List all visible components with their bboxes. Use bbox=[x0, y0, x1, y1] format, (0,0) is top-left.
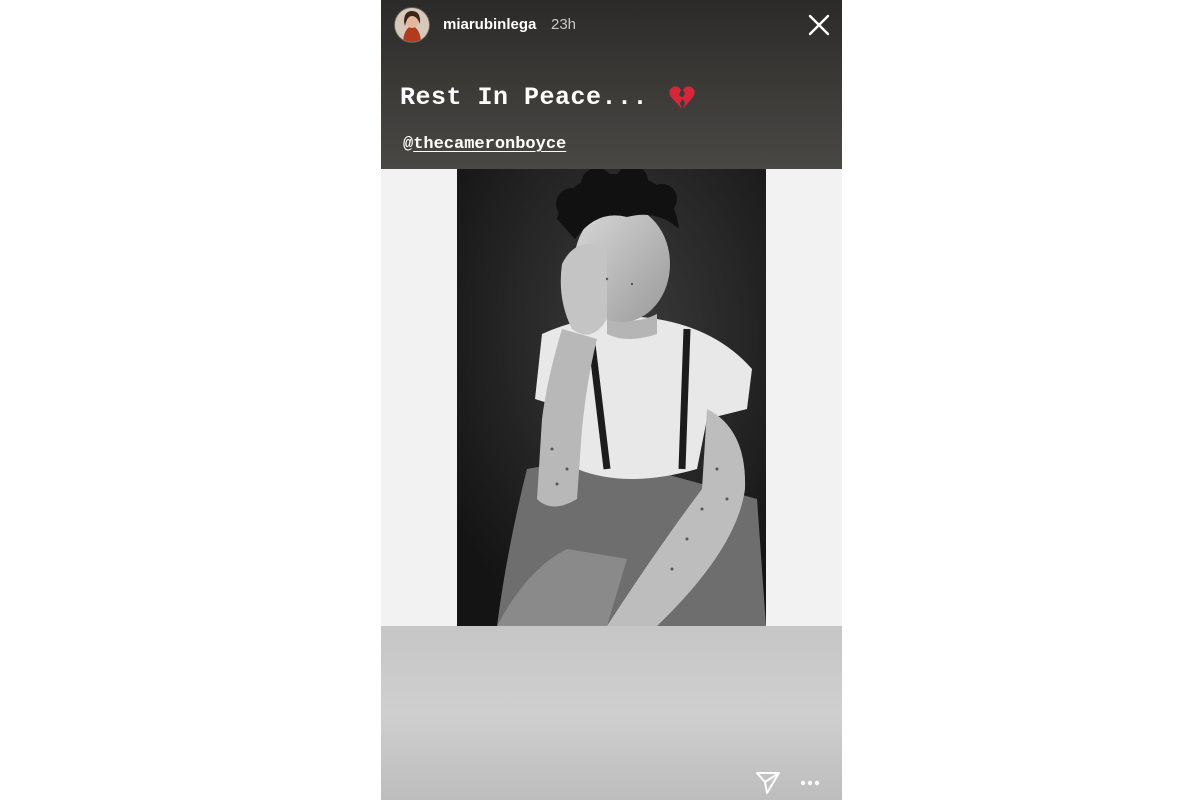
username[interactable]: miarubinlega bbox=[443, 16, 536, 33]
user-avatar[interactable] bbox=[395, 8, 429, 42]
story-header: miarubinlega 23h bbox=[381, 0, 842, 52]
close-icon[interactable] bbox=[806, 12, 832, 38]
broken-heart-icon bbox=[668, 84, 696, 112]
mention-prefix: @ bbox=[403, 135, 414, 154]
story-caption: Rest In Peace... bbox=[400, 83, 649, 112]
story-photo bbox=[457, 169, 766, 626]
mention-handle[interactable]: thecameronboyce bbox=[413, 135, 566, 154]
send-icon[interactable] bbox=[755, 770, 781, 796]
story-timestamp: 23h bbox=[551, 16, 577, 33]
story-viewer[interactable]: miarubinlega 23h Rest In Peace... @theca… bbox=[381, 0, 842, 800]
more-options-icon[interactable] bbox=[799, 776, 821, 790]
mention-link[interactable]: @thecameronboyce bbox=[403, 135, 566, 154]
